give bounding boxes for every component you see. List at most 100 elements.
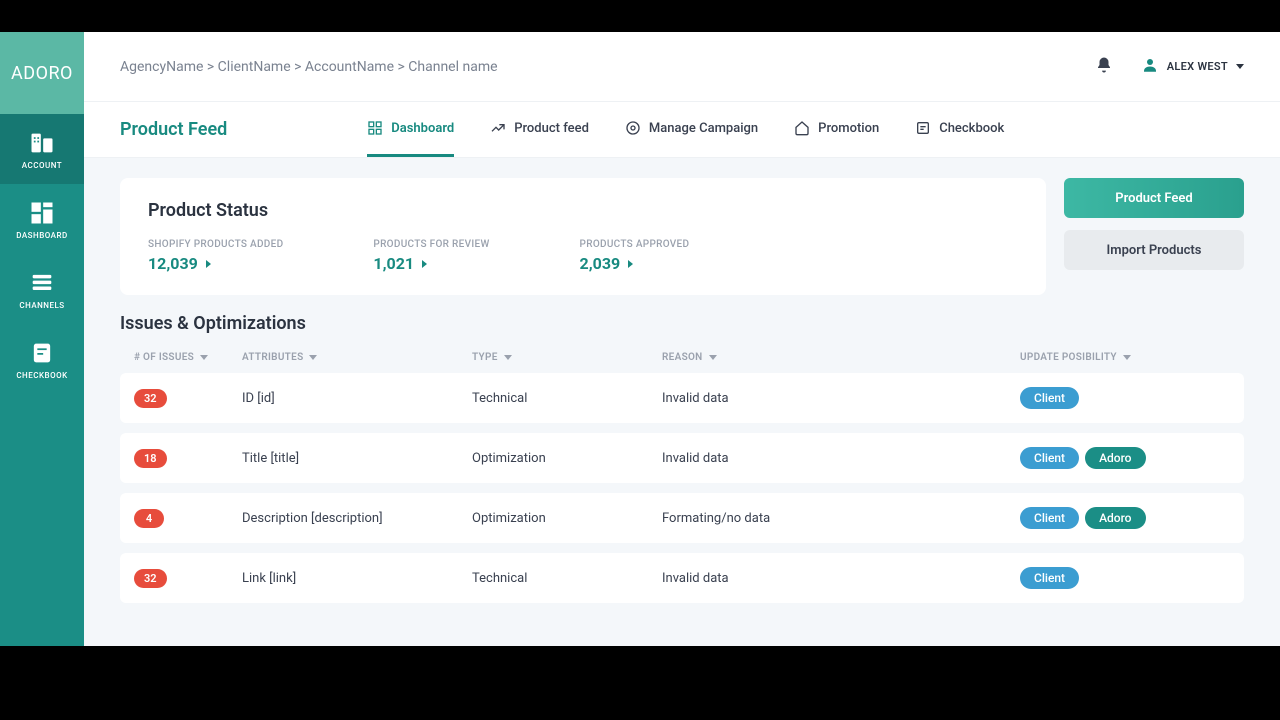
td-update: Client xyxy=(1020,567,1230,589)
pill-client: Client xyxy=(1020,447,1079,469)
breadcrumb[interactable]: AgencyName > ClientName > AccountName > … xyxy=(120,59,1095,75)
stat-approved: PRODUCTS APPROVED 2,039 xyxy=(580,239,690,273)
product-feed-button[interactable]: Product Feed xyxy=(1064,178,1244,218)
chevron-down-icon xyxy=(504,355,512,360)
top-row: Product Status SHOPIFY PRODUCTS ADDED 12… xyxy=(120,178,1244,295)
td-update: Client xyxy=(1020,387,1230,409)
page-title: Product Feed xyxy=(120,119,227,140)
table-row[interactable]: 4 Description [description] Optimization… xyxy=(120,493,1244,543)
user-icon xyxy=(1141,56,1159,78)
td-reason: Invalid data xyxy=(662,391,1020,406)
status-stats: SHOPIFY PRODUCTS ADDED 12,039 PRODUCTS F… xyxy=(148,239,1018,273)
top-letterbox xyxy=(0,0,1280,32)
td-type: Technical xyxy=(472,571,662,586)
th-attributes[interactable]: ATTRIBUTES xyxy=(242,352,472,363)
stat-value[interactable]: 1,021 xyxy=(373,254,489,273)
content: Product Status SHOPIFY PRODUCTS ADDED 12… xyxy=(84,158,1280,623)
td-attr: ID [id] xyxy=(242,391,472,406)
issues-title: Issues & Optimizations xyxy=(120,313,1244,334)
td-reason: Invalid data xyxy=(662,451,1020,466)
td-type: Optimization xyxy=(472,511,662,526)
chevron-down-icon xyxy=(709,355,717,360)
stat-shopify: SHOPIFY PRODUCTS ADDED 12,039 xyxy=(148,239,283,273)
tab-label: Checkbook xyxy=(939,121,1004,136)
pill-adoro: Adoro xyxy=(1085,507,1145,529)
sidebar-item-channels[interactable]: CHANNELS xyxy=(0,254,84,324)
tab-checkbook[interactable]: Checkbook xyxy=(915,102,1004,157)
chevron-down-icon xyxy=(309,355,317,360)
th-type[interactable]: TYPE xyxy=(472,352,662,363)
issues-table: # OF ISSUES ATTRIBUTES TYPE REASON UPDAT… xyxy=(120,352,1244,603)
tabs: Dashboard Product feed Manage Campaign P… xyxy=(367,102,1004,157)
sidebar-item-label: DASHBOARD xyxy=(16,231,68,240)
tab-label: Manage Campaign xyxy=(649,121,758,136)
pill-client: Client xyxy=(1020,507,1079,529)
action-column: Product Feed Import Products xyxy=(1064,178,1244,295)
subheader: Product Feed Dashboard Product feed Mana… xyxy=(84,102,1280,158)
pill-adoro: Adoro xyxy=(1085,447,1145,469)
tab-label: Dashboard xyxy=(391,121,454,136)
table-row[interactable]: 32 ID [id] Technical Invalid data Client xyxy=(120,373,1244,423)
td-reason: Invalid data xyxy=(662,571,1020,586)
sidebar: ADORO ACCOUNT DASHBOARD CHANNELS xyxy=(0,32,84,646)
status-card: Product Status SHOPIFY PRODUCTS ADDED 12… xyxy=(120,178,1046,295)
td-reason: Formating/no data xyxy=(662,511,1020,526)
sidebar-nav: ACCOUNT DASHBOARD CHANNELS CHECKBOOK xyxy=(0,114,84,394)
layers-icon xyxy=(28,269,56,297)
stat-value[interactable]: 2,039 xyxy=(580,254,690,273)
sidebar-item-label: CHECKBOOK xyxy=(16,371,67,380)
stat-label: SHOPIFY PRODUCTS ADDED xyxy=(148,239,283,250)
pill-client: Client xyxy=(1020,567,1079,589)
main: AgencyName > ClientName > AccountName > … xyxy=(84,32,1280,646)
tab-label: Promotion xyxy=(818,121,879,136)
sidebar-item-dashboard[interactable]: DASHBOARD xyxy=(0,184,84,254)
table-row[interactable]: 32 Link [link] Technical Invalid data Cl… xyxy=(120,553,1244,603)
td-attr: Link [link] xyxy=(242,571,472,586)
issue-count-badge: 4 xyxy=(134,509,164,528)
stat-label: PRODUCTS FOR REVIEW xyxy=(373,239,489,250)
table-row[interactable]: 18 Title [title] Optimization Invalid da… xyxy=(120,433,1244,483)
sidebar-item-checkbook[interactable]: CHECKBOOK xyxy=(0,324,84,394)
header-right: ALEX WEST xyxy=(1095,56,1244,78)
pill-client: Client xyxy=(1020,387,1079,409)
logo: ADORO xyxy=(0,32,84,114)
issue-count-badge: 18 xyxy=(134,449,167,468)
chevron-down-icon xyxy=(200,355,208,360)
td-type: Optimization xyxy=(472,451,662,466)
tab-manage-campaign[interactable]: Manage Campaign xyxy=(625,102,758,157)
td-attr: Title [title] xyxy=(242,451,472,466)
chevron-right-icon xyxy=(628,260,633,268)
tab-product-feed[interactable]: Product feed xyxy=(490,102,589,157)
th-reason[interactable]: REASON xyxy=(662,352,1020,363)
bottom-letterbox xyxy=(0,688,1280,720)
book-icon xyxy=(28,339,56,367)
user-menu[interactable]: ALEX WEST xyxy=(1141,56,1244,78)
stat-review: PRODUCTS FOR REVIEW 1,021 xyxy=(373,239,489,273)
user-name: ALEX WEST xyxy=(1167,60,1228,73)
import-products-button[interactable]: Import Products xyxy=(1064,230,1244,270)
td-update: Client Adoro xyxy=(1020,507,1230,529)
grid-icon xyxy=(28,199,56,227)
sidebar-item-account[interactable]: ACCOUNT xyxy=(0,114,84,184)
caret-down-icon xyxy=(1236,64,1244,69)
th-issues[interactable]: # OF ISSUES xyxy=(134,352,242,363)
tab-label: Product feed xyxy=(514,121,589,136)
td-type: Technical xyxy=(472,391,662,406)
status-title: Product Status xyxy=(148,200,1018,221)
issue-count-badge: 32 xyxy=(134,569,167,588)
table-header: # OF ISSUES ATTRIBUTES TYPE REASON UPDAT… xyxy=(120,352,1244,363)
th-update[interactable]: UPDATE POSIBILITY xyxy=(1020,352,1230,363)
stat-label: PRODUCTS APPROVED xyxy=(580,239,690,250)
building-icon xyxy=(28,129,56,157)
sidebar-item-label: ACCOUNT xyxy=(22,161,62,170)
tab-promotion[interactable]: Promotion xyxy=(794,102,879,157)
chevron-right-icon xyxy=(422,260,427,268)
chevron-down-icon xyxy=(1123,355,1131,360)
header: AgencyName > ClientName > AccountName > … xyxy=(84,32,1280,102)
td-attr: Description [description] xyxy=(242,511,472,526)
bell-icon[interactable] xyxy=(1095,56,1113,78)
tab-dashboard[interactable]: Dashboard xyxy=(367,102,454,157)
chevron-right-icon xyxy=(206,260,211,268)
issue-count-badge: 32 xyxy=(134,389,167,408)
stat-value[interactable]: 12,039 xyxy=(148,254,283,273)
